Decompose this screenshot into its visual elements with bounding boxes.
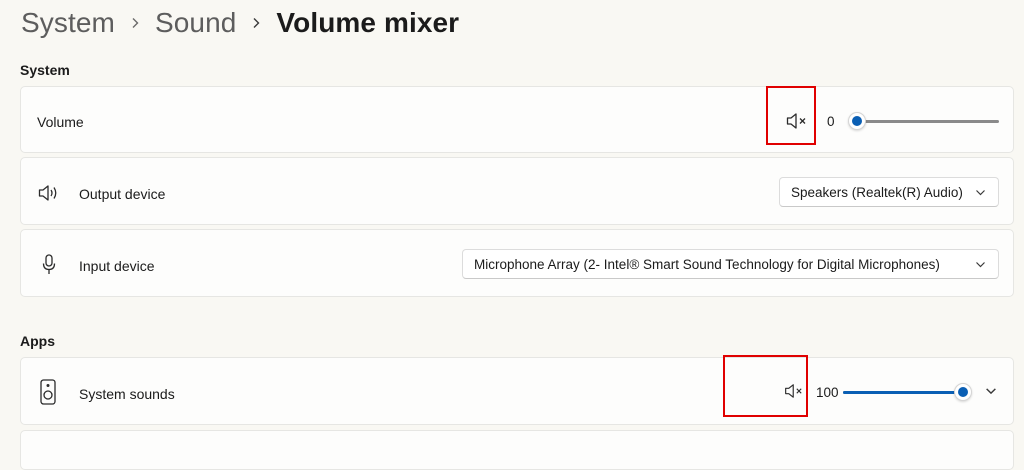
system-sounds-value: 100 — [816, 385, 839, 400]
system-sounds-slider[interactable] — [843, 382, 972, 402]
system-sounds-expand-button[interactable] — [980, 380, 1002, 402]
slider-fill — [843, 391, 963, 394]
output-device-selected: Speakers (Realtek(R) Audio) — [791, 184, 963, 200]
output-device-dropdown[interactable]: Speakers (Realtek(R) Audio) — [779, 177, 999, 207]
chevron-down-icon — [976, 190, 985, 196]
breadcrumb: System Sound Volume mixer — [21, 3, 459, 43]
next-app-card — [20, 430, 1014, 470]
page-title: Volume mixer — [276, 7, 460, 38]
chevron-right-icon — [236, 17, 276, 29]
slider-track — [857, 120, 999, 123]
input-device-dropdown[interactable]: Microphone Array (2- Intel® Smart Sound … — [462, 249, 999, 279]
chevron-down-icon — [986, 388, 996, 395]
system-sounds-label: System sounds — [79, 386, 175, 402]
breadcrumb-system[interactable]: System — [21, 7, 115, 39]
microphone-icon — [42, 254, 56, 276]
section-title-system: System — [20, 62, 70, 78]
mute-button[interactable] — [786, 112, 810, 135]
system-sounds-card: System sounds 100 — [20, 357, 1014, 425]
speaker-muted-icon — [786, 113, 806, 129]
volume-slider[interactable] — [848, 111, 999, 131]
chevron-right-icon — [115, 17, 155, 29]
slider-thumb[interactable] — [954, 383, 972, 401]
input-device-card[interactable]: Input device Microphone Array (2- Intel®… — [20, 229, 1014, 297]
output-device-card[interactable]: Output device Speakers (Realtek(R) Audio… — [20, 157, 1014, 225]
speaker-box-icon — [40, 379, 56, 405]
section-title-apps: Apps — [20, 333, 55, 349]
input-device-selected: Microphone Array (2- Intel® Smart Sound … — [474, 256, 940, 272]
breadcrumb-sound[interactable]: Sound — [155, 7, 236, 39]
volume-label: Volume — [37, 114, 84, 130]
system-sounds-mute-button[interactable] — [784, 383, 806, 404]
speaker-muted-icon — [785, 384, 802, 398]
output-device-label: Output device — [79, 186, 166, 202]
volume-value: 0 — [827, 114, 835, 129]
slider-thumb[interactable] — [848, 112, 866, 130]
volume-card: Volume 0 — [20, 86, 1014, 153]
chevron-down-icon — [976, 262, 985, 268]
speaker-icon — [38, 184, 60, 202]
input-device-label: Input device — [79, 258, 155, 274]
